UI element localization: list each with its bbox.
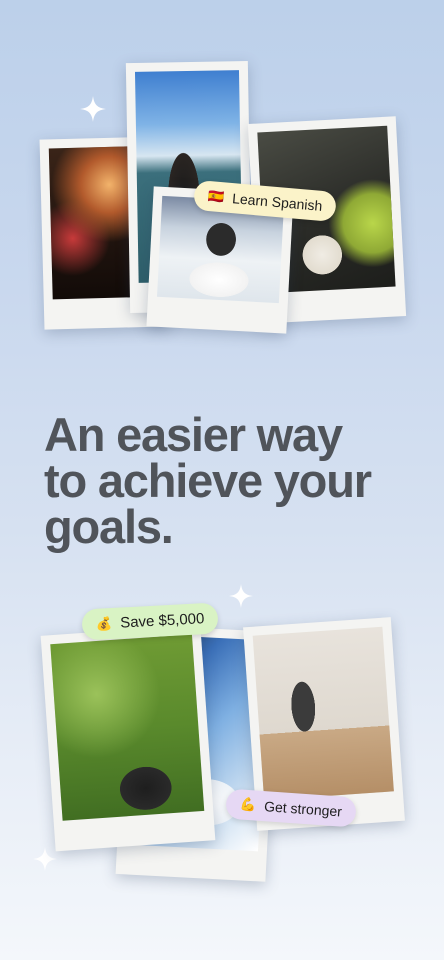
headline: An easier way to achieve your goals.	[44, 408, 414, 553]
money-bag-icon: 💰	[95, 615, 113, 632]
get-stronger-label: Get stronger	[263, 798, 343, 820]
save-money-label: Save $5,000	[119, 610, 205, 632]
learn-spanish-label: Learn Spanish	[231, 190, 323, 214]
sparkle-icon	[229, 584, 253, 608]
headline-line-3: goals.	[44, 500, 174, 553]
photo-golf-grass	[40, 624, 216, 852]
spain-flag-icon: 🇪🇸	[207, 188, 226, 205]
flexed-biceps-icon: 💪	[239, 796, 257, 813]
sparkle-icon	[33, 847, 57, 871]
headline-line-1: An easier way	[44, 408, 343, 461]
sparkle-icon	[80, 96, 106, 122]
headline-line-2: to achieve your	[44, 454, 372, 507]
